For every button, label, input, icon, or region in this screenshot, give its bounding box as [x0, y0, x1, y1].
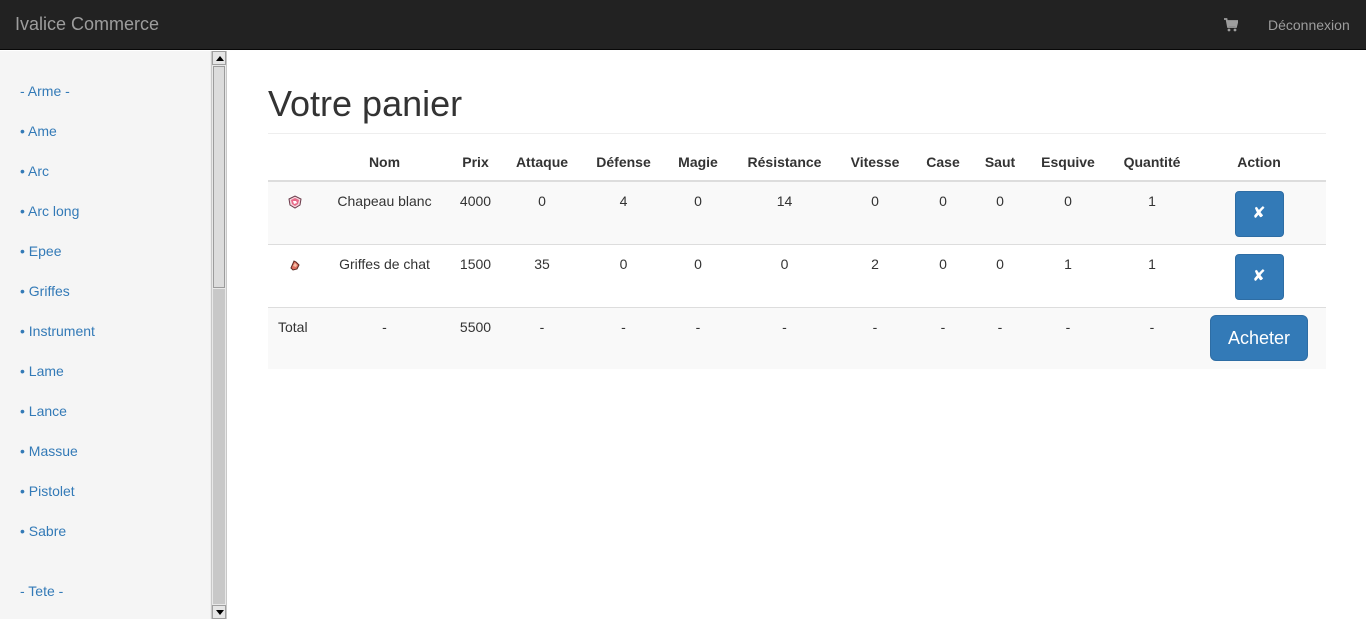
sidebar-item-griffes[interactable]: • Griffes [20, 282, 70, 300]
item-saut: 0 [976, 243, 1024, 307]
item-esquive: 0 [1024, 180, 1112, 244]
claws-item-icon [287, 257, 303, 273]
item-action-cell: ✘ [1192, 180, 1326, 244]
total-attaque: - [504, 306, 580, 369]
scroll-up-button[interactable] [212, 51, 226, 65]
total-defense: - [580, 306, 667, 369]
sidebar-item-epee[interactable]: • Epee [20, 242, 62, 260]
total-quantite: - [1112, 306, 1192, 369]
sidebar-item-lance[interactable]: • Lance [20, 402, 67, 420]
item-case: 0 [910, 180, 976, 244]
brand-link[interactable]: Ivalice Commerce [15, 14, 159, 34]
table-row: Chapeau blanc 4000 0 4 0 14 0 0 0 0 1 ✘ [268, 180, 1326, 244]
scrollbar-track[interactable] [213, 289, 225, 604]
column-header: Quantité [1112, 144, 1192, 182]
sidebar-item-pistolet[interactable]: • Pistolet [20, 482, 75, 500]
total-row: Total - 5500 - - - - - - - - - Acheter [268, 306, 1326, 369]
column-header: Esquive [1024, 144, 1112, 182]
item-quantite: 1 [1112, 243, 1192, 307]
arrow-up-icon [216, 56, 224, 61]
column-header: Saut [976, 144, 1024, 182]
total-case: - [910, 306, 976, 369]
remove-item-button[interactable]: ✘ [1234, 191, 1284, 237]
item-icon-cell [268, 180, 322, 244]
total-price: 5500 [447, 306, 504, 369]
column-header: Magie [667, 144, 729, 182]
hat-item-icon [287, 194, 303, 210]
item-defense: 0 [580, 243, 667, 307]
column-header [268, 144, 322, 182]
column-header: Attaque [504, 144, 580, 182]
column-header: Prix [447, 144, 504, 182]
item-magie: 0 [667, 180, 729, 244]
sidebar-item-arc-long[interactable]: • Arc long [20, 202, 79, 220]
item-icon-cell [268, 243, 322, 307]
column-header: Vitesse [840, 144, 910, 182]
sidebar-item-ame[interactable]: • Ame [20, 122, 57, 140]
item-defense: 4 [580, 180, 667, 244]
item-resistance: 14 [729, 180, 840, 244]
sidebar-item-instrument[interactable]: • Instrument [20, 322, 95, 340]
sidebar-heading-arme[interactable]: - Arme - [20, 82, 70, 100]
total-label: Total [268, 306, 322, 369]
cart-table: Nom Prix Attaque Défense Magie Résistanc… [268, 144, 1326, 369]
item-esquive: 1 [1024, 243, 1112, 307]
arrow-down-icon [216, 610, 224, 615]
item-price: 1500 [447, 243, 504, 307]
sidebar-heading-tete[interactable]: - Tete - [20, 582, 63, 600]
column-header: Case [910, 144, 976, 182]
category-sidebar: - Arme - • Ame • Arc • Arc long • Epee •… [0, 51, 211, 619]
table-row: Griffes de chat 1500 35 0 0 0 2 0 0 1 1 … [268, 243, 1326, 307]
total-esquive: - [1024, 306, 1112, 369]
item-quantite: 1 [1112, 180, 1192, 244]
column-header: Action [1192, 144, 1326, 182]
sidebar-scrollbar[interactable] [211, 51, 227, 619]
item-vitesse: 0 [840, 180, 910, 244]
item-price: 4000 [447, 180, 504, 244]
buy-button[interactable]: Acheter [1210, 314, 1308, 361]
item-magie: 0 [667, 243, 729, 307]
sidebar-item-lame[interactable]: • Lame [20, 362, 64, 380]
scroll-down-button[interactable] [212, 605, 226, 619]
logout-link[interactable]: Déconnexion [1268, 16, 1350, 34]
item-attaque: 35 [504, 243, 580, 307]
title-divider [268, 133, 1326, 134]
item-vitesse: 2 [840, 243, 910, 307]
page-title: Votre panier [268, 83, 463, 124]
column-header: Nom [322, 144, 447, 182]
item-attaque: 0 [504, 180, 580, 244]
total-nom: - [322, 306, 447, 369]
sidebar-item-massue[interactable]: • Massue [20, 442, 78, 460]
scrollbar-thumb[interactable] [213, 66, 225, 288]
table-header-row: Nom Prix Attaque Défense Magie Résistanc… [268, 144, 1326, 182]
item-action-cell: ✘ [1192, 243, 1326, 307]
total-resistance: - [729, 306, 840, 369]
sidebar-item-arc[interactable]: • Arc [20, 162, 49, 180]
column-header: Résistance [729, 144, 840, 182]
total-action-cell: Acheter [1192, 306, 1326, 369]
total-saut: - [976, 306, 1024, 369]
sidebar-item-sabre[interactable]: • Sabre [20, 522, 66, 540]
item-case: 0 [910, 243, 976, 307]
item-name: Chapeau blanc [322, 180, 447, 244]
item-resistance: 0 [729, 243, 840, 307]
cart-icon[interactable] [1221, 16, 1241, 34]
item-name: Griffes de chat [322, 243, 447, 307]
remove-item-button[interactable]: ✘ [1234, 253, 1284, 300]
column-header: Défense [580, 144, 667, 182]
total-magie: - [667, 306, 729, 369]
total-vitesse: - [840, 306, 910, 369]
item-saut: 0 [976, 180, 1024, 244]
top-navbar: Ivalice Commerce Déconnexion [0, 0, 1366, 50]
